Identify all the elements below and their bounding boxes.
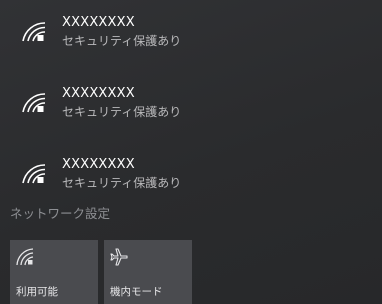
- wifi-icon: [22, 164, 46, 184]
- network-settings-link[interactable]: ネットワーク設定: [10, 206, 110, 222]
- network-item[interactable]: XXXXXXXX セキュリティ保護あり: [0, 8, 382, 64]
- network-security-status: セキュリティ保護あり: [62, 34, 182, 48]
- network-ssid: XXXXXXXX: [62, 15, 135, 30]
- quick-action-tiles: 利用可能 機内モード: [0, 240, 382, 304]
- wifi-tile-label: 利用可能: [16, 286, 58, 298]
- network-item[interactable]: XXXXXXXX セキュリティ保護あり: [0, 79, 382, 135]
- network-flyout: XXXXXXXX セキュリティ保護あり XXXXXXXX セキュリティ保護あり …: [0, 0, 382, 304]
- wifi-icon: [16, 248, 34, 266]
- airplane-tile-label: 機内モード: [110, 286, 163, 298]
- wifi-icon: [22, 22, 46, 42]
- network-item[interactable]: XXXXXXXX セキュリティ保護あり: [0, 150, 382, 206]
- wifi-toggle-tile[interactable]: 利用可能: [10, 240, 98, 304]
- network-security-status: セキュリティ保護あり: [62, 105, 182, 119]
- wifi-icon: [22, 93, 46, 113]
- network-ssid: XXXXXXXX: [62, 157, 135, 172]
- network-security-status: セキュリティ保護あり: [62, 176, 182, 190]
- airplane-mode-tile[interactable]: 機内モード: [104, 240, 192, 304]
- airplane-icon: [110, 248, 128, 266]
- network-ssid: XXXXXXXX: [62, 86, 135, 101]
